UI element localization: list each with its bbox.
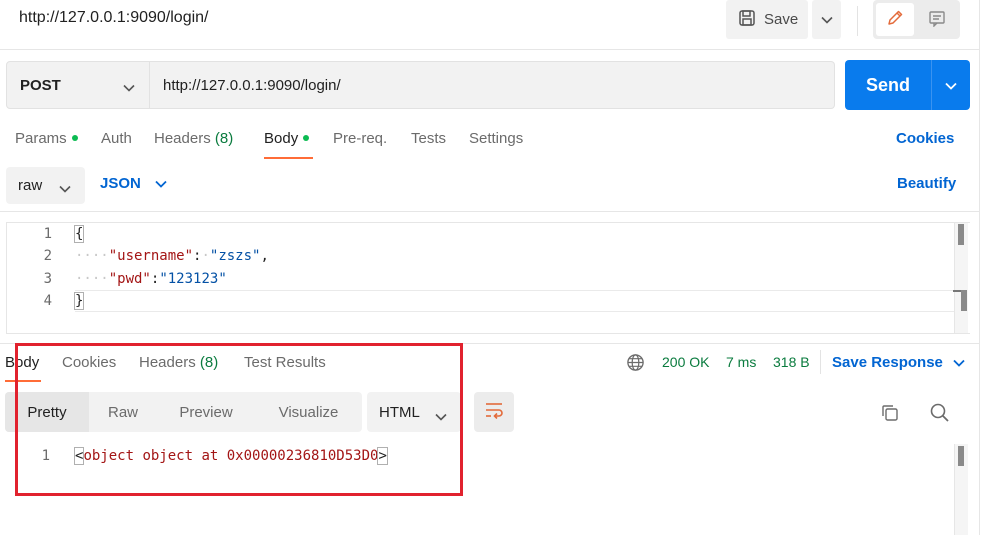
tab-tests[interactable]: Tests — [411, 130, 446, 147]
whitespace: · — [201, 248, 210, 264]
tab-headers[interactable]: Headers (8) — [154, 130, 233, 147]
headers-count: (8) — [214, 130, 234, 147]
json-value: "123123" — [159, 271, 227, 287]
json-punct: , — [260, 248, 269, 264]
chevron-down-icon — [123, 79, 135, 96]
editor-scroll-marker — [961, 290, 967, 311]
status-dot — [303, 135, 310, 142]
code-line: } — [73, 292, 85, 310]
tab-auth[interactable]: Auth — [101, 130, 132, 147]
json-key: "pwd" — [108, 271, 151, 287]
tab-label: Params — [15, 130, 67, 147]
send-button[interactable]: Send — [845, 60, 931, 110]
save-response-label: Save Response — [832, 354, 943, 371]
pencil-icon — [886, 9, 904, 31]
line-number: 3 — [43, 271, 52, 287]
code-line: { — [73, 225, 85, 243]
cookies-link[interactable]: Cookies — [896, 130, 954, 147]
json-key: "username" — [108, 248, 194, 264]
line-number: 4 — [43, 293, 52, 309]
status-dot — [71, 135, 78, 142]
tab-prereq[interactable]: Pre-req. — [333, 130, 387, 147]
copy-icon[interactable] — [880, 403, 900, 427]
request-title[interactable]: http://127.0.0.1:9090/login/ — [19, 9, 208, 27]
edit-mode-button[interactable] — [876, 3, 914, 36]
code-line: ····"username":·"zszs", — [75, 248, 269, 264]
wrap-icon — [484, 401, 504, 423]
method-select[interactable]: POST — [6, 61, 150, 109]
json-value: "zszs" — [209, 248, 261, 264]
code-line: ····"pwd":"123123" — [75, 271, 227, 287]
body-mode-select[interactable]: raw — [6, 167, 85, 204]
tab-params[interactable]: Params — [15, 130, 78, 147]
response-time[interactable]: 7 ms — [726, 354, 756, 370]
globe-icon[interactable] — [626, 353, 645, 376]
response-size[interactable]: 318 B — [773, 354, 810, 370]
url-input[interactable]: http://127.0.0.1:9090/login/ — [150, 61, 835, 109]
options-divider — [0, 211, 980, 212]
highlight-annotation — [15, 343, 463, 496]
save-options-button[interactable] — [812, 0, 841, 39]
top-divider — [0, 49, 980, 50]
language-value: JSON — [100, 175, 141, 192]
method-value: POST — [20, 76, 61, 94]
save-button[interactable]: Save — [726, 0, 808, 39]
wrap-lines-button[interactable] — [474, 392, 514, 432]
tab-label: Headers — [154, 130, 211, 147]
toolbar-divider — [857, 6, 858, 36]
chevron-down-icon — [820, 11, 833, 28]
bracket-match: { — [73, 225, 85, 243]
pane-border — [979, 0, 980, 535]
document-icon — [928, 9, 946, 31]
whitespace: ···· — [75, 248, 109, 264]
active-line-highlight — [75, 290, 955, 312]
active-tab-indicator — [264, 157, 313, 159]
language-select[interactable]: JSON — [100, 175, 167, 192]
line-number: 1 — [43, 226, 52, 242]
beautify-link[interactable]: Beautify — [897, 175, 956, 192]
documentation-mode-button[interactable] — [918, 3, 956, 36]
body-mode-value: raw — [18, 177, 43, 194]
url-value: http://127.0.0.1:9090/login/ — [163, 76, 341, 94]
save-response-button[interactable]: Save Response — [832, 354, 965, 371]
tab-label: Body — [264, 130, 299, 147]
send-options-button[interactable] — [931, 60, 970, 110]
save-icon — [738, 9, 756, 31]
status-divider — [820, 350, 821, 374]
editor-scroll-thumb[interactable] — [958, 224, 964, 245]
tab-body[interactable]: Body — [264, 130, 310, 147]
status-code[interactable]: 200 OK — [662, 354, 709, 370]
search-icon[interactable] — [929, 402, 950, 427]
chevron-down-icon — [59, 180, 71, 197]
bracket-match: } — [73, 292, 85, 310]
chevron-down-icon — [953, 354, 965, 371]
whitespace: ···· — [75, 271, 109, 287]
line-number: 2 — [43, 248, 52, 264]
tab-settings[interactable]: Settings — [469, 130, 523, 147]
send-label: Send — [865, 74, 910, 95]
save-label: Save — [764, 11, 799, 28]
chevron-down-icon — [155, 175, 167, 192]
response-scroll-thumb[interactable] — [958, 446, 964, 466]
chevron-down-icon — [945, 77, 957, 94]
